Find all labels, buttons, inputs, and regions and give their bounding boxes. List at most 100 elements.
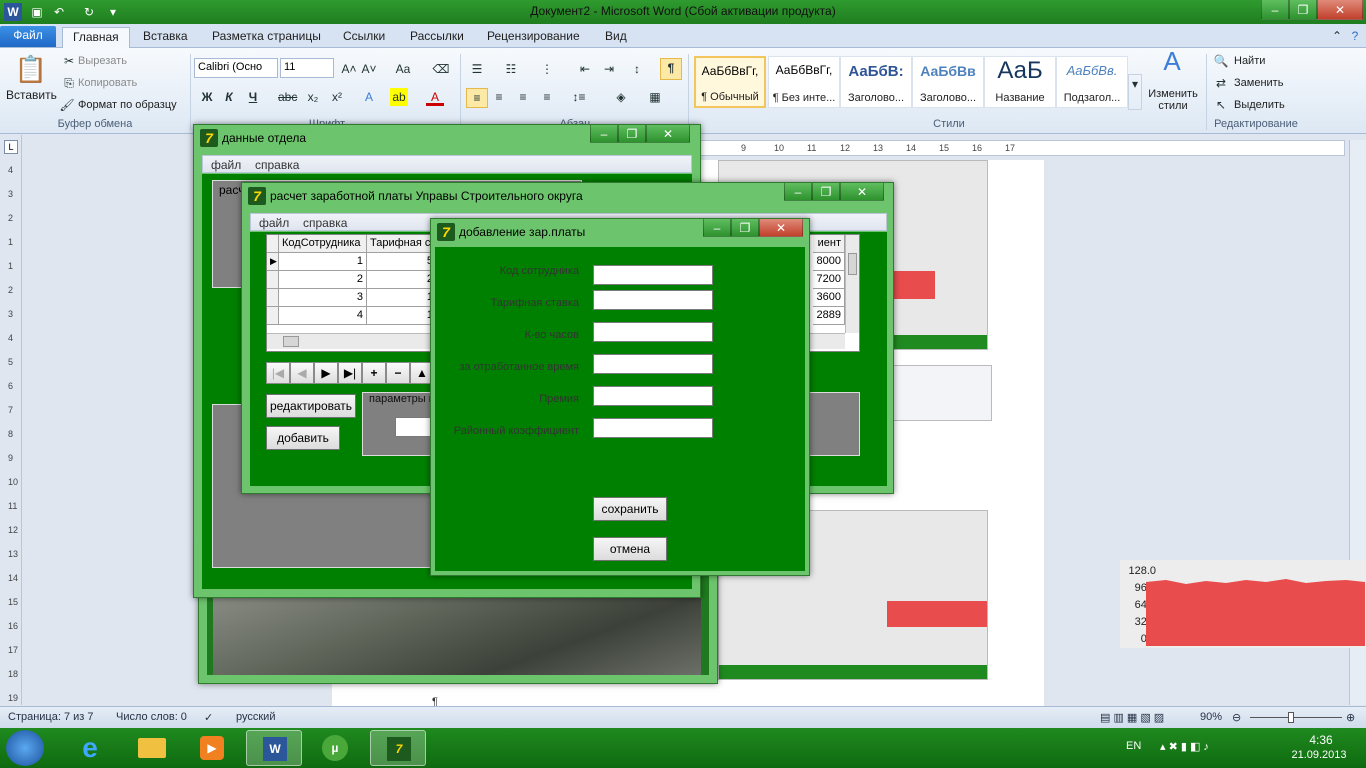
find-button[interactable]: Найти (1234, 55, 1265, 67)
change-case-icon[interactable]: Aa (394, 60, 412, 78)
borders-icon[interactable]: ▦ (646, 88, 664, 106)
tab-insert[interactable]: Вставка (133, 27, 198, 48)
format-painter-button[interactable]: Формат по образцу (78, 99, 177, 111)
scrollbar-thumb[interactable] (283, 336, 299, 347)
tab-home[interactable]: Главная (62, 27, 130, 48)
cut-button[interactable]: Вырезать (78, 55, 127, 67)
tab-view[interactable]: Вид (595, 27, 637, 48)
zoom-level[interactable]: 90% (1200, 711, 1222, 723)
tab-references[interactable]: Ссылки (333, 27, 395, 48)
grid-cell[interactable]: 4 (279, 307, 367, 325)
regional-coeff-input[interactable] (593, 418, 713, 438)
align-center-icon[interactable]: ≡ (490, 88, 508, 106)
explorer-icon[interactable] (124, 730, 180, 766)
grid-cell[interactable]: 7200 (813, 271, 845, 289)
style-heading-2[interactable]: АаБбВв Заголово... (912, 56, 984, 108)
add-minimize-button[interactable]: – (703, 219, 731, 237)
bold-icon[interactable]: Ж (198, 88, 216, 106)
close-button[interactable]: ✕ (1317, 0, 1363, 20)
language-indicator[interactable]: EN (1126, 740, 1141, 752)
start-button[interactable] (6, 730, 44, 766)
subscript-icon[interactable]: x₂ (304, 88, 322, 106)
clear-format-icon[interactable]: ⌫ (432, 60, 450, 78)
grid-cell[interactable]: 2 (279, 271, 367, 289)
view-buttons[interactable]: ▤ ▥ ▦ ▧ ▨ (1100, 711, 1164, 724)
replace-button[interactable]: Заменить (1234, 77, 1283, 89)
salary-maximize-button[interactable]: ❐ (812, 183, 840, 201)
insert-record-icon[interactable]: + (362, 362, 386, 384)
menu-file[interactable]: файл (259, 216, 289, 230)
style-normal[interactable]: АаБбВвГг, ¶ Обычный (694, 56, 766, 108)
grow-font-icon[interactable]: A˄ (340, 60, 358, 78)
menu-help[interactable]: справка (255, 158, 299, 172)
clock-time[interactable]: 4:36 (1296, 733, 1346, 747)
text-effects-icon[interactable]: A (360, 88, 378, 106)
bullets-icon[interactable]: ☰ (468, 60, 486, 78)
minimize-button[interactable]: – (1261, 0, 1289, 20)
word-taskbar-icon[interactable]: W (246, 730, 302, 766)
align-left-icon[interactable]: ≡ (466, 88, 488, 108)
scrollbar-thumb[interactable] (848, 253, 857, 275)
zoom-out-icon[interactable]: ⊖ (1232, 711, 1241, 724)
ie-icon[interactable]: e (62, 730, 118, 766)
worked-time-input[interactable] (593, 354, 713, 374)
select-button[interactable]: Выделить (1234, 99, 1285, 111)
dept-close-button[interactable]: ✕ (646, 125, 690, 143)
delphi-app-taskbar-icon[interactable]: 7 (370, 730, 426, 766)
page-indicator[interactable]: Страница: 7 из 7 (8, 711, 94, 723)
grid-header[interactable]: Тарифная ст (367, 235, 437, 253)
grid-vertical-scrollbar[interactable] (845, 235, 859, 333)
strikethrough-icon[interactable]: abc (278, 88, 297, 106)
shading-icon[interactable]: ◈ (612, 88, 630, 106)
utorrent-icon[interactable]: µ (308, 730, 364, 766)
decrease-indent-icon[interactable]: ⇤ (576, 60, 594, 78)
line-spacing-icon[interactable]: ↕≡ (570, 88, 588, 106)
tab-file[interactable]: Файл (0, 26, 56, 47)
paste-icon[interactable]: 📋 (14, 52, 48, 86)
styles-more-icon[interactable]: ▾ (1128, 74, 1142, 110)
grid-cell[interactable]: 5 (367, 253, 437, 271)
proofing-icon[interactable]: ✓ (204, 711, 213, 724)
superscript-icon[interactable]: x² (328, 88, 346, 106)
add-button[interactable]: добавить (266, 426, 340, 450)
tab-review[interactable]: Рецензирование (477, 27, 590, 48)
zoom-in-icon[interactable]: ⊕ (1346, 711, 1355, 724)
tab-mailings[interactable]: Рассылки (400, 27, 474, 48)
maximize-button[interactable]: ❐ (1289, 0, 1317, 20)
tab-page-layout[interactable]: Разметка страницы (202, 27, 331, 48)
shrink-font-icon[interactable]: A˅ (360, 60, 378, 78)
prior-record-icon[interactable]: ◀ (290, 362, 314, 384)
align-right-icon[interactable]: ≡ (514, 88, 532, 106)
grid-cell[interactable]: 2889 (813, 307, 845, 325)
grid-cell[interactable]: 3 (279, 289, 367, 307)
media-player-icon[interactable]: ▶ (184, 730, 240, 766)
grid-cell[interactable]: 2 (367, 271, 437, 289)
edit-button[interactable]: редактировать (266, 394, 356, 418)
next-record-icon[interactable]: ▶ (314, 362, 338, 384)
grid-cell[interactable]: 1 (279, 253, 367, 271)
justify-icon[interactable]: ≡ (538, 88, 556, 106)
save-button[interactable]: сохранить (593, 497, 667, 521)
add-close-button[interactable]: ✕ (759, 219, 803, 237)
menu-help[interactable]: справка (303, 216, 347, 230)
last-record-icon[interactable]: ▶| (338, 362, 362, 384)
style-title[interactable]: АаБ Название (984, 56, 1056, 108)
style-subtitle[interactable]: АаБбВв. Подзагол... (1056, 56, 1128, 108)
style-heading-1[interactable]: АаБбВ: Заголово... (840, 56, 912, 108)
font-name-select[interactable]: Calibri (Осно (194, 58, 278, 78)
menu-file[interactable]: файл (211, 158, 241, 172)
word-count[interactable]: Число слов: 0 (116, 711, 187, 723)
language-indicator[interactable]: русский (236, 711, 275, 723)
font-size-select[interactable]: 11 (280, 58, 334, 78)
bonus-input[interactable] (593, 386, 713, 406)
salary-minimize-button[interactable]: – (784, 183, 812, 201)
highlight-icon[interactable]: ab (390, 88, 408, 106)
change-styles-button[interactable]: Изменить стили (1146, 88, 1200, 112)
delete-record-icon[interactable]: − (386, 362, 410, 384)
increase-indent-icon[interactable]: ⇥ (600, 60, 618, 78)
grid-cell[interactable]: 3600 (813, 289, 845, 307)
grid-header[interactable]: иент (813, 235, 845, 253)
tariff-rate-input[interactable] (593, 290, 713, 310)
grid-cell[interactable]: 1 (367, 307, 437, 325)
minimize-ribbon-icon[interactable]: ⌃ (1328, 27, 1346, 45)
